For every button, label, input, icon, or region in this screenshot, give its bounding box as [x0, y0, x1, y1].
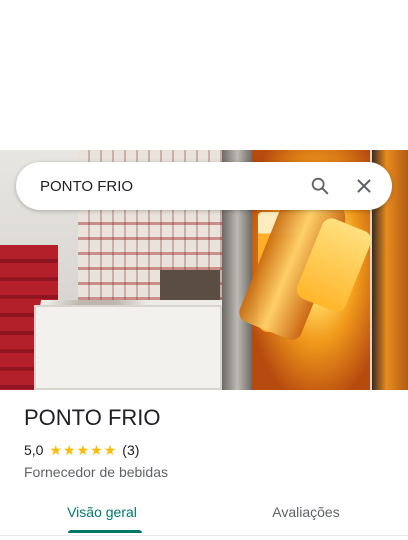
rating-value: 5,0 — [24, 442, 44, 458]
search-icon — [311, 177, 329, 195]
close-button[interactable] — [342, 164, 386, 208]
tab-bar: Visão geral Avaliações — [0, 492, 408, 536]
star-icon: ★ — [103, 442, 117, 458]
close-icon — [357, 179, 371, 193]
rating-row[interactable]: 5,0 ★ ★ ★ ★ ★ (3) — [24, 442, 384, 458]
place-category[interactable]: Fornecedor de bebidas — [24, 464, 384, 480]
search-bar[interactable]: PONTO FRIO — [16, 162, 392, 210]
search-input[interactable]: PONTO FRIO — [40, 178, 298, 195]
photo-freezer — [34, 305, 222, 390]
search-button[interactable] — [298, 164, 342, 208]
star-icon: ★ — [90, 442, 103, 458]
tab-overview[interactable]: Visão geral — [0, 492, 204, 535]
review-count[interactable]: (3) — [122, 442, 139, 458]
star-icon: ★ — [49, 442, 63, 458]
tab-reviews[interactable]: Avaliações — [204, 492, 408, 535]
star-rating: ★ ★ ★ ★ ★ — [49, 443, 116, 457]
star-icon: ★ — [63, 442, 76, 458]
place-info: PONTO FRIO 5,0 ★ ★ ★ ★ ★ (3) Fornecedor … — [24, 404, 384, 480]
place-title: PONTO FRIO — [24, 405, 161, 430]
star-icon: ★ — [76, 442, 90, 458]
